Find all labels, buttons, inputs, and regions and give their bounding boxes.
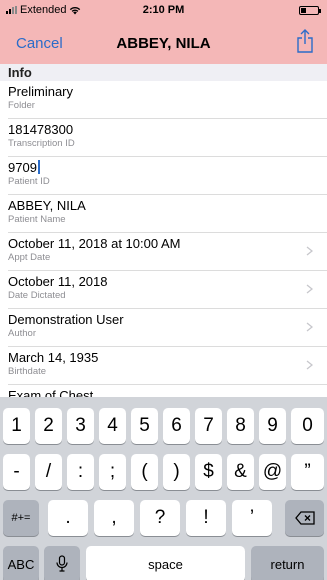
key-more-symbols[interactable]: #+= — [3, 500, 39, 536]
appt-date-value: October 11, 2018 at 10:00 AM — [8, 236, 181, 251]
key-9[interactable]: 9 — [259, 408, 286, 444]
key-close-paren[interactable]: ) — [163, 454, 190, 490]
folder-row[interactable]: Preliminary Folder — [8, 81, 327, 119]
page-title: ABBEY, NILA — [116, 35, 211, 52]
share-icon[interactable] — [295, 28, 315, 54]
patient-id-row[interactable]: 9709 Patient ID — [8, 157, 327, 195]
key-ampersand[interactable]: & — [227, 454, 254, 490]
key-open-paren[interactable]: ( — [131, 454, 158, 490]
key-hyphen[interactable]: - — [3, 454, 30, 490]
battery-icon — [299, 6, 321, 15]
key-at[interactable]: @ — [259, 454, 286, 490]
patient-name-value: ABBEY, NILA — [8, 198, 86, 213]
key-5[interactable]: 5 — [131, 408, 158, 444]
transcription-id-row[interactable]: 181478300 Transcription ID — [8, 119, 327, 157]
patient-id-field[interactable]: 9709 — [8, 160, 327, 176]
navigation-bar: Cancel ABBEY, NILA — [0, 20, 327, 64]
chevron-right-icon — [306, 322, 313, 332]
key-period[interactable]: . — [48, 500, 88, 536]
chevron-right-icon — [306, 284, 313, 294]
key-dollar[interactable]: $ — [195, 454, 222, 490]
chevron-right-icon — [306, 246, 313, 256]
info-form: Info Preliminary Folder 181478300 Transc… — [0, 64, 327, 397]
exam-value: Exam of Chest — [8, 388, 94, 397]
key-quote[interactable]: ” — [291, 454, 324, 490]
key-8[interactable]: 8 — [227, 408, 254, 444]
return-key[interactable]: return — [251, 546, 324, 580]
key-2[interactable]: 2 — [35, 408, 62, 444]
author-value: Demonstration User — [8, 312, 124, 327]
author-row[interactable]: Demonstration User Author — [8, 309, 327, 347]
patient-name-label: Patient Name — [8, 214, 66, 225]
status-bar: Extended 2:10 PM — [0, 0, 327, 20]
delete-backward-icon — [294, 511, 315, 525]
key-exclamation[interactable]: ! — [186, 500, 226, 536]
section-header-info: Info — [0, 64, 327, 81]
birthdate-label: Birthdate — [8, 366, 47, 377]
status-time: 2:10 PM — [142, 4, 185, 16]
appt-date-row[interactable]: October 11, 2018 at 10:00 AM Appt Date — [8, 233, 327, 271]
key-0[interactable]: 0 — [291, 408, 324, 444]
folder-value: Preliminary — [8, 84, 74, 99]
chevron-right-icon — [306, 360, 313, 370]
key-colon[interactable]: : — [67, 454, 94, 490]
birthdate-value: March 14, 1935 — [8, 350, 99, 365]
key-1[interactable]: 1 — [3, 408, 30, 444]
keyboard: 1 2 3 4 5 6 7 8 9 0 - / : ; ( ) $ & @ ” … — [0, 397, 327, 580]
date-dictated-value: October 11, 2018 — [8, 274, 108, 289]
key-comma[interactable]: , — [94, 500, 134, 536]
key-3[interactable]: 3 — [67, 408, 94, 444]
author-label: Author — [8, 328, 36, 339]
patient-id-label: Patient ID — [8, 176, 50, 187]
space-bar[interactable]: space — [86, 546, 245, 580]
appt-date-label: Appt Date — [8, 252, 51, 263]
text-cursor — [37, 160, 40, 174]
key-7[interactable]: 7 — [195, 408, 222, 444]
key-apostrophe[interactable]: ’ — [232, 500, 272, 536]
dictation-key[interactable] — [44, 546, 80, 580]
key-slash[interactable]: / — [35, 454, 62, 490]
microphone-icon — [56, 555, 68, 572]
key-4[interactable]: 4 — [99, 408, 126, 444]
key-question[interactable]: ? — [140, 500, 180, 536]
folder-label: Folder — [8, 100, 35, 111]
transcription-id-value: 181478300 — [8, 122, 74, 137]
key-6[interactable]: 6 — [163, 408, 190, 444]
exam-row[interactable]: Exam of Chest — [8, 385, 327, 397]
transcription-id-label: Transcription ID — [8, 138, 75, 149]
patient-name-row[interactable]: ABBEY, NILA Patient Name — [8, 195, 327, 233]
key-semicolon[interactable]: ; — [99, 454, 126, 490]
date-dictated-row[interactable]: October 11, 2018 Date Dictated — [8, 271, 327, 309]
date-dictated-label: Date Dictated — [8, 290, 66, 301]
birthdate-row[interactable]: March 14, 1935 Birthdate — [8, 347, 327, 385]
patient-id-value: 9709 — [8, 160, 37, 175]
delete-key[interactable] — [285, 500, 324, 536]
key-abc[interactable]: ABC — [3, 546, 39, 580]
